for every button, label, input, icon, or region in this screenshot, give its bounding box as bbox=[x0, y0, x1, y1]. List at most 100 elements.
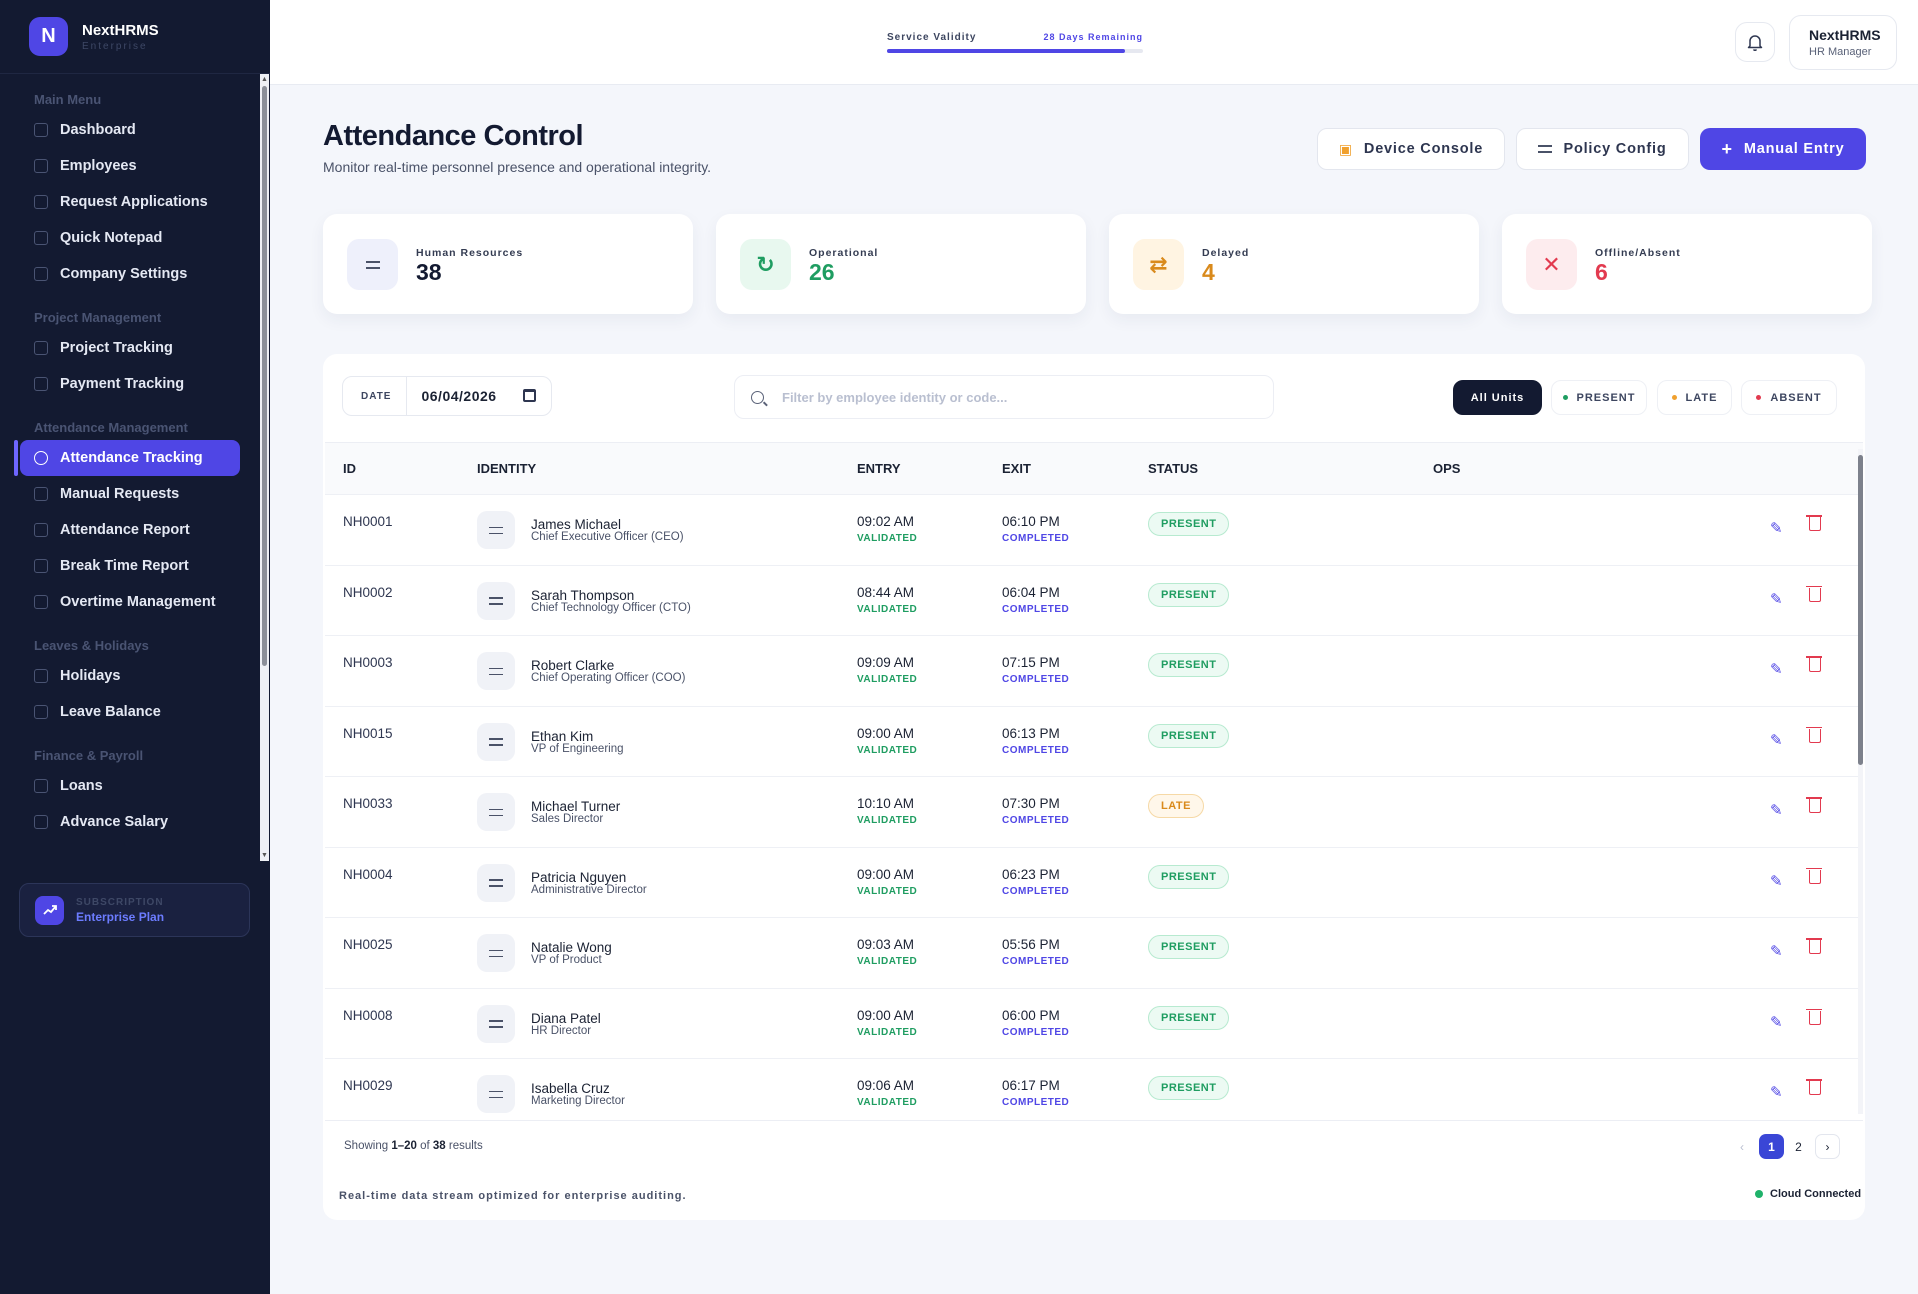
employee-role: Sales Director bbox=[531, 813, 604, 825]
edit-icon[interactable]: ✎ bbox=[1770, 801, 1783, 819]
column-header-ops: OPS bbox=[1433, 461, 1461, 476]
sidebar-item-dashboard[interactable]: Dashboard bbox=[20, 112, 240, 148]
exit-time: 06:10 PM bbox=[1002, 514, 1060, 529]
sidebar-item-employees[interactable]: Employees bbox=[20, 148, 240, 184]
sidebar-item-label: Break Time Report bbox=[60, 558, 189, 574]
edit-icon[interactable]: ✎ bbox=[1770, 731, 1783, 749]
sidebar-item-advance-salary[interactable]: Advance Salary bbox=[20, 804, 240, 840]
search-input[interactable] bbox=[782, 389, 1232, 405]
sidebar-item-request-applications[interactable]: Request Applications bbox=[20, 184, 240, 220]
employee-role: Chief Operating Officer (COO) bbox=[531, 672, 686, 684]
notification-button[interactable] bbox=[1735, 22, 1775, 62]
user-profile[interactable]: NextHRMS HR Manager bbox=[1789, 15, 1897, 70]
sidebar-item-manual-requests[interactable]: Manual Requests bbox=[20, 476, 240, 512]
brand[interactable]: N NextHRMS Enterprise bbox=[0, 0, 270, 74]
table-row: NH0004 Patricia Nguyen Administrative Di… bbox=[325, 846, 1863, 918]
showing-results: Showing 1–20 of 38 results bbox=[344, 1140, 483, 1152]
cloud-status: Cloud Connected bbox=[1755, 1188, 1861, 1200]
edit-icon[interactable]: ✎ bbox=[1770, 1083, 1783, 1101]
policy-config-button[interactable]: Policy Config bbox=[1516, 128, 1689, 170]
sidebar-item-payment-tracking[interactable]: Payment Tracking bbox=[20, 366, 240, 402]
trash-icon[interactable] bbox=[1806, 726, 1822, 743]
stat-label: Delayed bbox=[1202, 247, 1250, 259]
filter-late[interactable]: LATE bbox=[1657, 380, 1732, 415]
sidebar-item-company-settings[interactable]: Company Settings bbox=[20, 256, 240, 292]
table-scrollbar-thumb[interactable] bbox=[1858, 455, 1863, 765]
entry-time: 09:03 AM bbox=[857, 937, 915, 952]
sidebar-scrollbar[interactable]: ▲ ▼ bbox=[260, 74, 269, 861]
column-header-entry: ENTRY bbox=[857, 461, 901, 476]
filter-absent[interactable]: ABSENT bbox=[1741, 380, 1837, 415]
edit-icon[interactable]: ✎ bbox=[1770, 1013, 1783, 1031]
table-row: NH0025 Natalie Wong VP of Product 09:03 … bbox=[325, 917, 1863, 988]
trash-icon[interactable] bbox=[1806, 1008, 1822, 1025]
device-console-button[interactable]: ▣ Device Console bbox=[1317, 128, 1505, 170]
showing-of: of bbox=[416, 1140, 433, 1152]
stat-card-human-resources: Human Resources 38 bbox=[323, 214, 693, 314]
previous-page-button[interactable]: ‹ bbox=[1732, 1134, 1752, 1159]
holidays-icon bbox=[34, 669, 48, 683]
nav-section-attendance-management: Attendance Management bbox=[34, 420, 188, 435]
table-header: ID IDENTITY ENTRY EXIT STATUS OPS bbox=[325, 443, 1863, 494]
employee-id: NH0002 bbox=[343, 584, 393, 600]
chevron-left-icon: ‹ bbox=[1740, 1139, 1744, 1154]
table-row: NH0002 Sarah Thompson Chief Technology O… bbox=[325, 564, 1863, 636]
table-scrollbar[interactable] bbox=[1858, 449, 1863, 1114]
scroll-down-arrow-icon[interactable]: ▼ bbox=[261, 852, 268, 859]
employee-role: HR Director bbox=[531, 1024, 592, 1037]
edit-icon[interactable]: ✎ bbox=[1770, 872, 1783, 890]
page-button-2[interactable]: 2 bbox=[1786, 1134, 1811, 1159]
manual-entry-button[interactable]: + Manual Entry bbox=[1700, 128, 1866, 170]
edit-icon[interactable]: ✎ bbox=[1770, 660, 1783, 678]
absent-dot-icon bbox=[1756, 395, 1762, 400]
sidebar-item-loans[interactable]: Loans bbox=[20, 768, 240, 804]
showing-suffix: results bbox=[445, 1140, 483, 1152]
sliders-icon bbox=[489, 948, 503, 959]
entry-time: 09:00 AM bbox=[857, 725, 915, 741]
sidebar-item-overtime-management[interactable]: Overtime Management bbox=[20, 584, 240, 620]
exit-status: COMPLETED bbox=[1002, 1026, 1070, 1038]
date-picker[interactable]: DATE 06/04/2026 bbox=[342, 376, 552, 416]
edit-icon[interactable]: ✎ bbox=[1770, 942, 1783, 960]
exit-status: COMPLETED bbox=[1002, 885, 1070, 897]
showing-prefix: Showing bbox=[344, 1140, 392, 1152]
user-name: NextHRMS bbox=[1809, 27, 1881, 43]
payment-tracking-icon bbox=[34, 377, 48, 391]
sidebar-item-label: Advance Salary bbox=[60, 814, 169, 830]
sidebar-scrollbar-thumb[interactable] bbox=[262, 86, 267, 666]
employee-name: Ethan Kim bbox=[531, 728, 594, 744]
subscription-card[interactable]: SUBSCRIPTION Enterprise Plan bbox=[19, 883, 250, 937]
sidebar-item-break-time-report[interactable]: Break Time Report bbox=[20, 548, 240, 584]
scroll-up-arrow-icon[interactable]: ▲ bbox=[261, 76, 268, 83]
showing-range: 1–20 bbox=[391, 1140, 417, 1152]
trash-icon[interactable] bbox=[1806, 585, 1822, 602]
sidebar-item-attendance-tracking[interactable]: Attendance Tracking bbox=[14, 440, 240, 476]
filter-present[interactable]: PRESENT bbox=[1551, 380, 1647, 415]
sidebar-item-holidays[interactable]: Holidays bbox=[20, 658, 240, 694]
search-box[interactable] bbox=[734, 375, 1274, 419]
sidebar-item-label: Dashboard bbox=[60, 122, 136, 138]
trash-icon[interactable] bbox=[1806, 1079, 1822, 1095]
sidebar-item-attendance-report[interactable]: Attendance Report bbox=[20, 512, 240, 548]
trash-icon[interactable] bbox=[1806, 515, 1822, 531]
topbar: Service Validity 28 Days Remaining NextH… bbox=[270, 0, 1918, 85]
sidebar-item-project-tracking[interactable]: Project Tracking bbox=[20, 330, 240, 366]
trash-icon[interactable] bbox=[1806, 797, 1822, 813]
sidebar-item-leave-balance[interactable]: Leave Balance bbox=[20, 694, 240, 730]
date-value[interactable]: 06/04/2026 bbox=[421, 388, 496, 404]
present-dot-icon bbox=[1562, 395, 1568, 400]
trash-icon[interactable] bbox=[1806, 656, 1822, 672]
calendar-icon[interactable] bbox=[523, 389, 536, 402]
sidebar-item-quick-notepad[interactable]: Quick Notepad bbox=[20, 220, 240, 256]
trash-icon[interactable] bbox=[1806, 867, 1822, 884]
trash-icon[interactable] bbox=[1806, 938, 1822, 954]
filter-all-units[interactable]: All Units bbox=[1453, 380, 1542, 415]
sidebar-item-label: Loans bbox=[60, 778, 103, 794]
edit-icon[interactable]: ✎ bbox=[1770, 519, 1783, 537]
exit-status: COMPLETED bbox=[1002, 1097, 1070, 1108]
page-button-1[interactable]: 1 bbox=[1759, 1134, 1784, 1159]
edit-icon[interactable]: ✎ bbox=[1770, 590, 1783, 608]
next-page-button[interactable]: › bbox=[1815, 1134, 1840, 1159]
employee-id: NH0015 bbox=[343, 725, 393, 741]
entry-status: VALIDATED bbox=[857, 815, 918, 826]
